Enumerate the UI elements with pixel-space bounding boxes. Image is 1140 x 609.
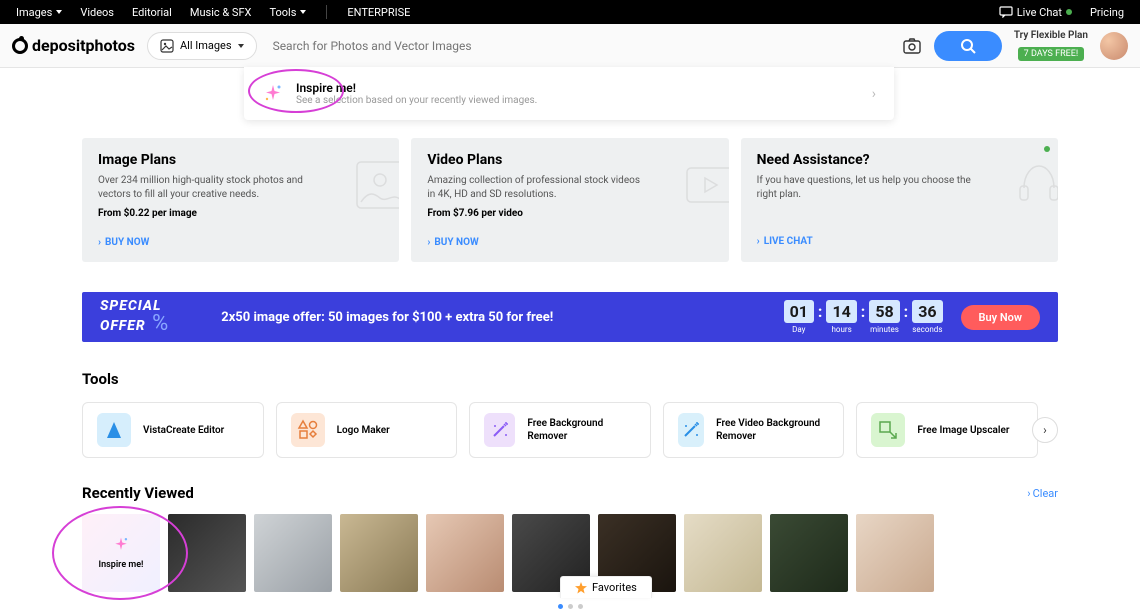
video-plans-card: Video Plans Amazing collection of profes… [411,138,728,262]
wand-icon [484,413,515,447]
plan-title: Need Assistance? [757,152,1042,168]
online-dot-icon [1044,146,1050,152]
search-button[interactable] [934,31,1002,61]
user-avatar[interactable] [1100,32,1128,60]
image-plans-card: Image Plans Over 234 million high-qualit… [82,138,399,262]
thumb[interactable] [856,514,934,592]
recently-viewed-heading: Recently Viewed [82,484,194,502]
search-input[interactable] [269,33,890,59]
plan-cards: Image Plans Over 234 million high-qualit… [82,138,1058,262]
nav-editorial[interactable]: Editorial [132,6,172,19]
offer-text: 2x50 image offer: 50 images for $100 + e… [221,310,553,325]
inspire-me-dropdown[interactable]: Inspire me! See a selection based on you… [244,67,894,120]
favorites-button[interactable]: Favorites [560,576,652,598]
clear-link[interactable]: ›Clear [1027,487,1058,500]
inspire-subtitle: See a selection based on your recently v… [296,95,537,106]
image-icon [160,39,174,53]
nav-videos[interactable]: Videos [80,6,114,19]
thumb[interactable] [684,514,762,592]
wand-icon [678,413,704,447]
nav-music-sfx[interactable]: Music & SFX [190,6,252,19]
sparkle-icon [112,536,130,554]
top-nav: Images Videos Editorial Music & SFX Tool… [0,0,1140,24]
plan-desc: Over 234 million high-quality stock phot… [98,174,321,202]
visual-search-icon[interactable] [902,36,922,56]
header: depositphotos All Images Try Flexible Pl… [0,24,1140,68]
thumb[interactable] [168,514,246,592]
pager-dot[interactable] [578,604,583,609]
nav-images[interactable]: Images [16,6,62,19]
live-chat-link[interactable]: Live Chat [999,6,1072,19]
star-icon [575,582,587,594]
nav-tools[interactable]: Tools [269,6,306,19]
tools-scroll-right[interactable]: › [1032,417,1058,443]
live-chat-link[interactable]: ›LIVE CHAT [757,236,1042,247]
plan-desc: If you have questions, let us help you c… [757,174,980,202]
tool-image-upscaler[interactable]: Free Image Upscaler [856,402,1038,458]
image-outline-icon [353,158,399,212]
headset-outline-icon [1012,158,1058,212]
caret-down-icon [238,44,244,48]
thumb[interactable] [770,514,848,592]
online-dot-icon [1066,9,1072,15]
chevron-right-icon: › [872,86,876,102]
tools-row: VistaCreate Editor Logo Maker Free Backg… [82,402,1058,458]
offer-label: SPECIAL OFFER % [100,299,169,335]
nav-pricing[interactable]: Pricing [1090,6,1124,19]
tool-logo-maker[interactable]: Logo Maker [276,402,458,458]
pager-dot[interactable] [558,604,563,609]
tool-video-bg-remover[interactable]: Free Video Background Remover [663,402,845,458]
video-outline-icon [683,158,729,212]
sparkle-icon [262,83,284,105]
search-icon [960,38,976,54]
inspire-title: Inspire me! [296,81,537,95]
plan-title: Video Plans [427,152,712,168]
pager-dot[interactable] [568,604,573,609]
buy-now-button[interactable]: Buy Now [961,305,1040,330]
special-offer-banner: SPECIAL OFFER % 2x50 image offer: 50 ima… [82,292,1058,342]
try-flexible-plan[interactable]: Try Flexible Plan 7 DAYS FREE! [1014,30,1088,61]
upscale-icon [871,413,905,447]
countdown: 01Day : 14hours : 58minutes : 36seconds [784,300,943,334]
pager-dots[interactable] [82,604,1058,609]
thumb[interactable] [340,514,418,592]
logo-icon [12,38,28,54]
chat-icon [999,6,1013,18]
tools-heading: Tools [82,370,1058,388]
divider [326,5,327,19]
thumb[interactable] [426,514,504,592]
tool-vistacreate[interactable]: VistaCreate Editor [82,402,264,458]
plan-title: Image Plans [98,152,383,168]
shapes-icon [291,413,325,447]
category-dropdown[interactable]: All Images [147,32,257,60]
buy-now-link[interactable]: ›BUY NOW [427,237,712,248]
plan-price: From $7.96 per video [427,208,712,219]
buy-now-link[interactable]: ›BUY NOW [98,237,383,248]
assistance-card: Need Assistance? If you have questions, … [741,138,1058,262]
inspire-me-card[interactable]: Inspire me! [82,514,160,592]
nav-enterprise[interactable]: ENTERPRISE [347,6,410,19]
caret-down-icon [56,10,62,14]
thumb[interactable] [254,514,332,592]
plan-desc: Amazing collection of professional stock… [427,174,650,202]
plan-price: From $0.22 per image [98,208,383,219]
vistacreate-icon [97,413,131,447]
logo[interactable]: depositphotos [12,36,135,55]
tool-bg-remover[interactable]: Free Background Remover [469,402,651,458]
caret-down-icon [300,10,306,14]
